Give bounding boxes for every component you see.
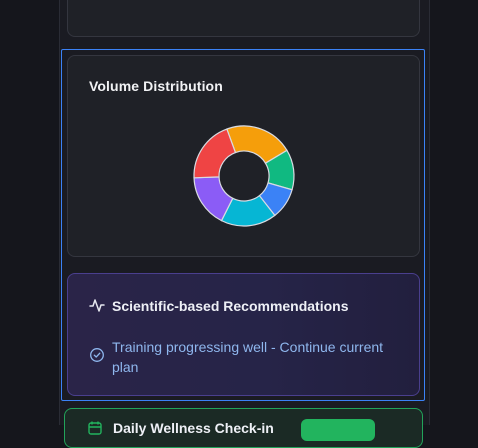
- recommendation-item: Training progressing well - Continue cur…: [112, 339, 384, 375]
- recommendations-title: Scientific-based Recommendations: [112, 298, 349, 314]
- wellness-checkin-card[interactable]: Daily Wellness Check-in: [64, 408, 423, 448]
- calendar-icon: [88, 421, 102, 435]
- previous-card: [67, 0, 420, 37]
- recommendations-card: Scientific-based Recommendations Trainin…: [67, 273, 420, 396]
- activity-icon: [89, 299, 105, 312]
- wellness-title: Daily Wellness Check-in: [113, 420, 274, 436]
- wellness-status-badge[interactable]: [301, 419, 375, 441]
- check-circle-icon: [90, 348, 104, 362]
